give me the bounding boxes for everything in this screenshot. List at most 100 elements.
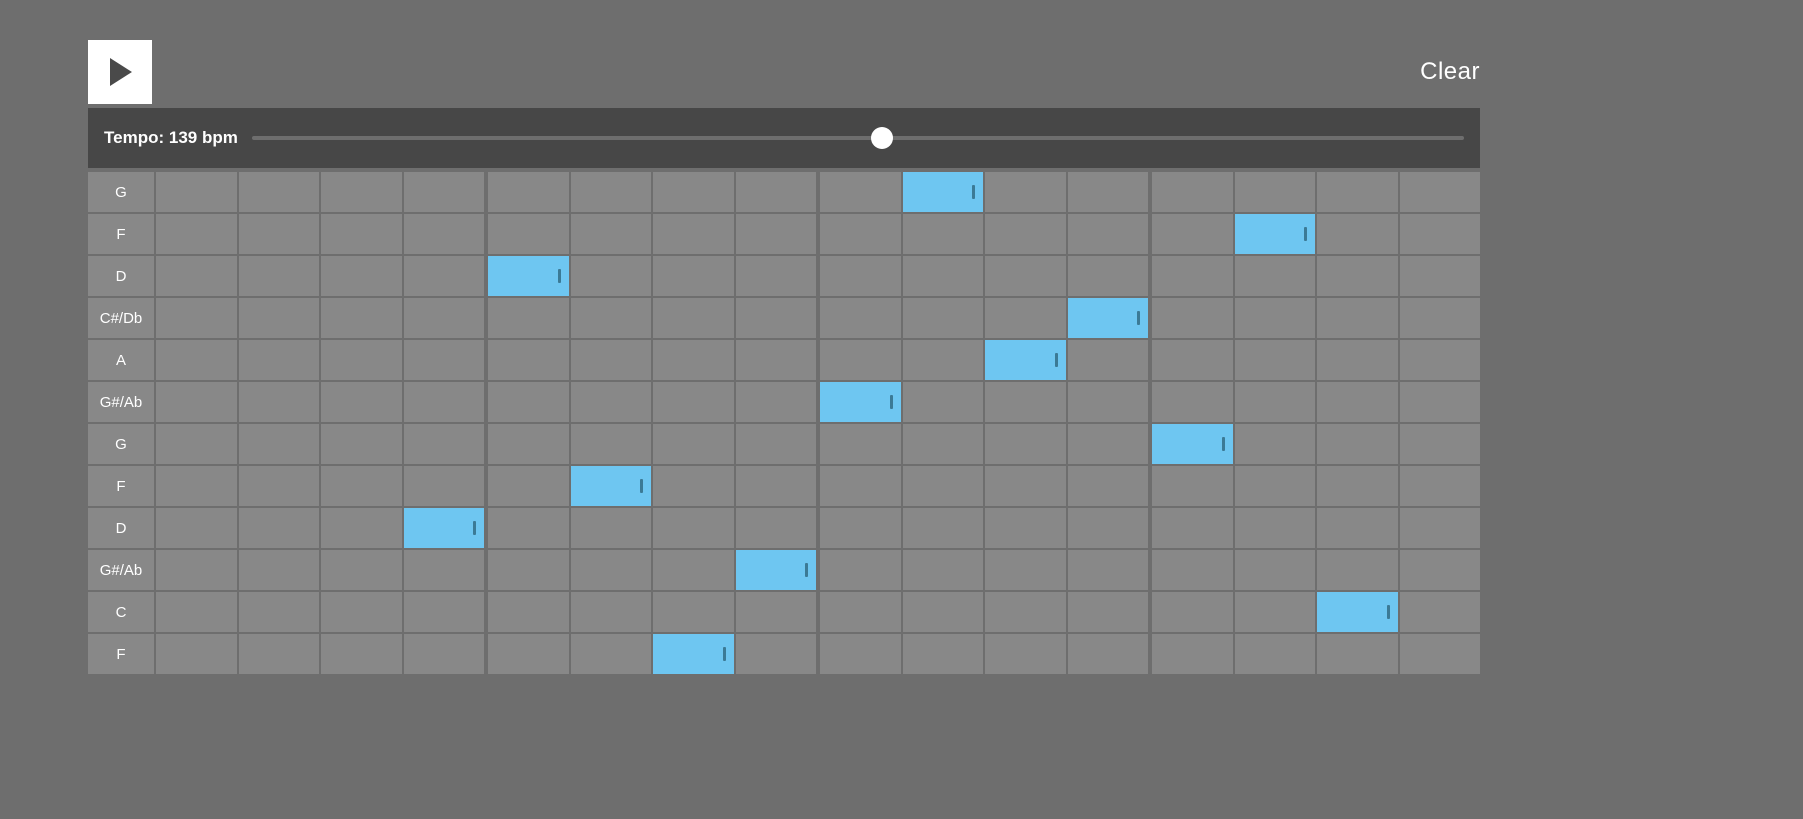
grid-cell[interactable]	[488, 424, 569, 464]
grid-cell[interactable]	[1400, 340, 1481, 380]
tempo-slider-thumb[interactable]	[871, 127, 893, 149]
grid-cell[interactable]	[1152, 256, 1233, 296]
grid-cell[interactable]	[653, 382, 734, 422]
grid-cell[interactable]	[156, 550, 237, 590]
grid-cell[interactable]	[985, 298, 1066, 338]
grid-cell[interactable]	[156, 340, 237, 380]
grid-cell[interactable]	[156, 298, 237, 338]
grid-cell[interactable]	[1317, 172, 1398, 212]
grid-cell[interactable]	[820, 256, 901, 296]
grid-cell[interactable]	[1317, 424, 1398, 464]
grid-cell[interactable]	[653, 508, 734, 548]
grid-cell[interactable]	[985, 508, 1066, 548]
grid-cell[interactable]	[903, 340, 984, 380]
grid-cell[interactable]	[820, 172, 901, 212]
grid-cell[interactable]	[985, 256, 1066, 296]
grid-cell[interactable]	[1068, 550, 1149, 590]
grid-cell[interactable]	[404, 172, 485, 212]
grid-cell[interactable]	[1235, 634, 1316, 674]
grid-cell[interactable]	[321, 550, 402, 590]
grid-cell[interactable]	[985, 424, 1066, 464]
grid-cell[interactable]	[404, 550, 485, 590]
grid-cell[interactable]	[239, 298, 320, 338]
grid-cell[interactable]	[653, 172, 734, 212]
grid-cell[interactable]	[239, 172, 320, 212]
grid-cell[interactable]	[653, 466, 734, 506]
grid-cell[interactable]	[239, 508, 320, 548]
grid-cell[interactable]	[488, 634, 569, 674]
grid-cell[interactable]	[571, 508, 652, 548]
grid-cell[interactable]	[1068, 424, 1149, 464]
grid-cell[interactable]	[903, 592, 984, 632]
grid-cell[interactable]	[985, 466, 1066, 506]
grid-cell[interactable]	[488, 550, 569, 590]
grid-cell[interactable]	[404, 508, 485, 548]
grid-cell[interactable]	[1400, 466, 1481, 506]
grid-cell[interactable]	[488, 466, 569, 506]
grid-cell[interactable]	[404, 382, 485, 422]
play-button[interactable]	[88, 40, 152, 104]
grid-cell[interactable]	[1235, 340, 1316, 380]
grid-cell[interactable]	[1317, 340, 1398, 380]
grid-cell[interactable]	[321, 634, 402, 674]
grid-cell[interactable]	[1317, 550, 1398, 590]
grid-cell[interactable]	[239, 214, 320, 254]
grid-cell[interactable]	[1068, 634, 1149, 674]
grid-cell[interactable]	[404, 256, 485, 296]
grid-cell[interactable]	[1317, 634, 1398, 674]
grid-cell[interactable]	[1235, 172, 1316, 212]
grid-cell[interactable]	[1152, 214, 1233, 254]
grid-cell[interactable]	[1068, 382, 1149, 422]
grid-cell[interactable]	[321, 256, 402, 296]
grid-cell[interactable]	[653, 214, 734, 254]
grid-cell[interactable]	[488, 382, 569, 422]
grid-cell[interactable]	[571, 634, 652, 674]
grid-cell[interactable]	[653, 424, 734, 464]
grid-cell[interactable]	[736, 172, 817, 212]
grid-cell[interactable]	[736, 508, 817, 548]
grid-cell[interactable]	[903, 172, 984, 212]
grid-cell[interactable]	[903, 508, 984, 548]
grid-cell[interactable]	[1400, 382, 1481, 422]
grid-cell[interactable]	[1235, 298, 1316, 338]
grid-cell[interactable]	[820, 424, 901, 464]
grid-cell[interactable]	[736, 466, 817, 506]
grid-cell[interactable]	[321, 382, 402, 422]
grid-cell[interactable]	[736, 256, 817, 296]
grid-cell[interactable]	[736, 298, 817, 338]
grid-cell[interactable]	[488, 508, 569, 548]
grid-cell[interactable]	[903, 550, 984, 590]
grid-cell[interactable]	[571, 424, 652, 464]
grid-cell[interactable]	[156, 256, 237, 296]
grid-cell[interactable]	[1152, 340, 1233, 380]
grid-cell[interactable]	[903, 634, 984, 674]
grid-cell[interactable]	[903, 256, 984, 296]
grid-cell[interactable]	[1400, 424, 1481, 464]
grid-cell[interactable]	[404, 298, 485, 338]
grid-cell[interactable]	[985, 592, 1066, 632]
grid-cell[interactable]	[571, 592, 652, 632]
grid-cell[interactable]	[239, 382, 320, 422]
grid-cell[interactable]	[653, 550, 734, 590]
grid-cell[interactable]	[488, 256, 569, 296]
grid-cell[interactable]	[985, 214, 1066, 254]
grid-cell[interactable]	[736, 634, 817, 674]
grid-cell[interactable]	[1317, 298, 1398, 338]
grid-cell[interactable]	[1235, 214, 1316, 254]
grid-cell[interactable]	[653, 634, 734, 674]
grid-cell[interactable]	[156, 592, 237, 632]
grid-cell[interactable]	[903, 382, 984, 422]
grid-cell[interactable]	[1152, 382, 1233, 422]
grid-cell[interactable]	[1068, 340, 1149, 380]
grid-cell[interactable]	[156, 382, 237, 422]
grid-cell[interactable]	[903, 214, 984, 254]
grid-cell[interactable]	[1235, 508, 1316, 548]
grid-cell[interactable]	[239, 466, 320, 506]
grid-cell[interactable]	[736, 340, 817, 380]
grid-cell[interactable]	[239, 592, 320, 632]
grid-cell[interactable]	[404, 214, 485, 254]
grid-cell[interactable]	[404, 340, 485, 380]
grid-cell[interactable]	[321, 466, 402, 506]
grid-cell[interactable]	[985, 382, 1066, 422]
grid-cell[interactable]	[1400, 298, 1481, 338]
